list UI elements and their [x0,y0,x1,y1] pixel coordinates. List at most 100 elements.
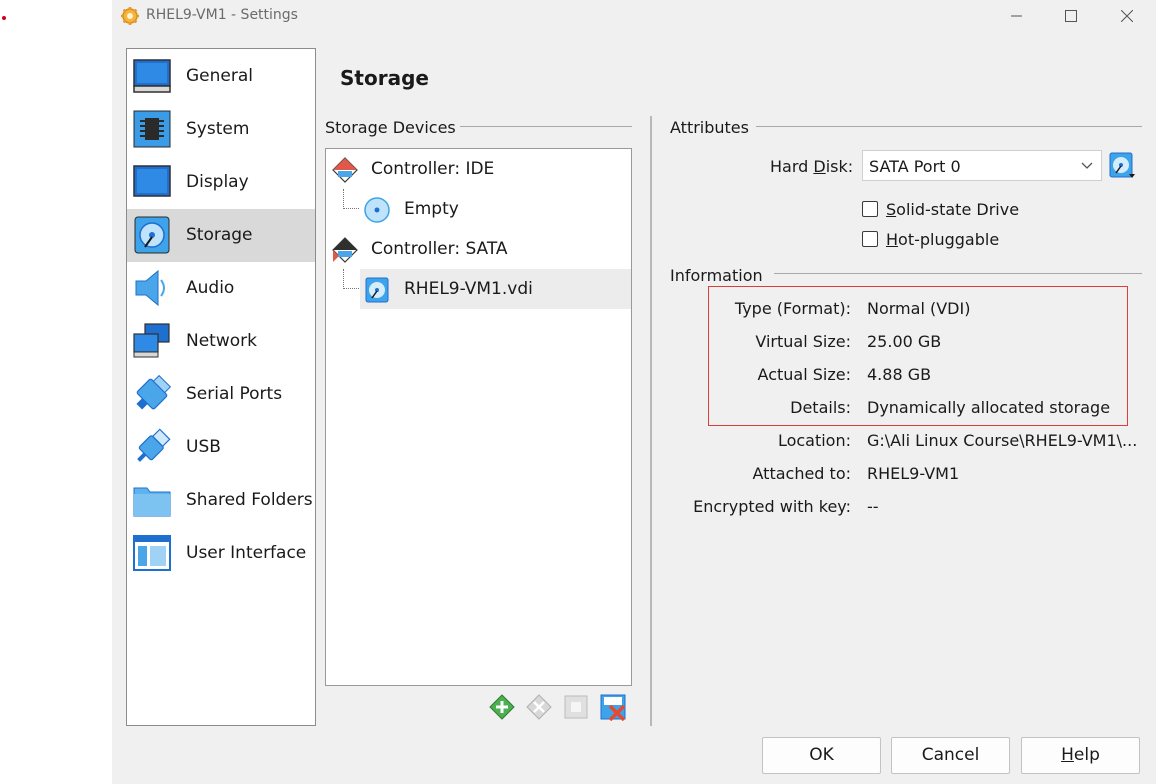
tree-item-label: Empty [404,199,459,219]
info-value-encrypted: -- [867,497,879,516]
speaker-icon [135,269,165,307]
hot-pluggable-mnemonic: H [886,230,899,249]
info-key-details: Details: [790,398,851,417]
info-value-attached-to: RHEL9-VM1 [867,464,960,483]
storage-devices-divider [460,126,632,127]
ok-button[interactable]: OK [762,737,881,774]
add-attachment-icon[interactable] [488,693,516,721]
solid-state-label-text: olid-state Drive [896,200,1020,219]
info-key-location: Location: [777,431,851,450]
page-title: Storage [340,66,429,90]
remove-attachment-icon[interactable] [525,693,553,721]
ide-controller-icon [332,157,358,183]
chip-icon [133,110,171,148]
sidebar-item-display[interactable]: Display [127,156,315,209]
close-button[interactable] [1104,4,1150,28]
serial-port-icon [136,374,172,410]
panel-separator [650,116,652,726]
tree-connector [343,189,359,209]
optical-disc-icon [364,197,390,223]
tree-item-label: Controller: SATA [371,239,508,259]
sidebar-item-audio[interactable]: Audio [127,262,315,315]
attributes-divider [756,126,1142,127]
info-value-details: Dynamically allocated storage [867,398,1111,417]
hot-pluggable-checkbox[interactable] [862,231,878,247]
sidebar-item-label: User Interface [186,543,307,563]
help-button[interactable]: Help [1021,737,1140,774]
settings-gear-icon [121,7,139,25]
info-key-virtual-size: Virtual Size: [755,332,851,351]
network-icon [133,323,170,358]
sidebar-item-label: Display [186,172,249,192]
hard-disk-icon [365,277,389,303]
information-divider [774,273,1142,274]
sidebar-item-label: Shared Folders [186,490,313,510]
hot-pluggable-label[interactable]: Hot-pluggable [886,230,999,249]
usb-icon [137,428,171,462]
remove-controller-icon[interactable] [599,693,627,721]
sidebar-item-system[interactable]: System [127,103,315,156]
sidebar-item-usb[interactable]: USB [127,421,315,474]
sidebar-item-storage[interactable]: Storage [127,209,315,262]
sidebar-item-general[interactable]: General [127,50,315,103]
sidebar-item-label: Serial Ports [186,384,283,404]
info-value-type: Normal (VDI) [867,299,971,318]
solid-state-mnemonic: S [886,200,897,219]
sata-controller-icon [332,237,358,263]
hard-disk-label-part: isk: [825,157,854,176]
title-bar: RHEL9-VM1 - Settings [112,0,1156,32]
user-interface-icon [133,535,171,571]
folder-icon [133,487,171,517]
solid-state-label[interactable]: Solid-state Drive [886,200,1019,219]
sidebar-item-label: System [186,119,250,139]
hot-pluggable-label-text: ot-pluggable [898,230,1000,249]
help-label-text: elp [1073,745,1100,765]
choose-disk-icon[interactable] [1108,152,1136,180]
maximize-button[interactable] [1048,4,1094,28]
hard-disk-mnemonic: D [813,157,826,176]
sidebar-item-label: USB [186,437,221,457]
tree-item-empty[interactable]: Empty [360,189,631,229]
hard-disk-label: Hard Disk: [770,157,853,176]
info-key-actual-size: Actual Size: [757,365,851,384]
hard-disk-label-part: Hard [770,157,814,176]
help-mnemonic: H [1061,745,1074,765]
minimize-icon [1011,15,1022,17]
info-value-virtual-size: 25.00 GB [867,332,942,351]
info-key-encrypted: Encrypted with key: [693,497,851,516]
sidebar-item-user-interface[interactable]: User Interface [127,527,315,580]
storage-devices-label: Storage Devices [325,118,456,137]
info-key-attached-to: Attached to: [752,464,852,483]
sidebar-item-label: Storage [186,225,253,245]
tree-item-label: Controller: IDE [371,159,495,179]
sidebar-item-serial-ports[interactable]: Serial Ports [127,368,315,421]
settings-window: RHEL9-VM1 - Settings General System Disp… [112,0,1156,784]
display-icon [133,165,171,197]
tree-item-controller-sata[interactable]: Controller: SATA [326,229,631,269]
minimize-button[interactable] [994,4,1040,28]
attributes-label: Attributes [670,118,749,137]
info-value-actual-size: 4.88 GB [867,365,932,384]
hard-disk-select-value: SATA Port 0 [869,157,961,176]
information-label: Information [670,266,763,285]
add-controller-icon[interactable] [562,693,590,721]
sidebar-item-label: General [186,66,253,86]
tree-item-label: RHEL9-VM1.vdi [404,279,533,299]
storage-tree[interactable]: Controller: IDE Empty Controller: SATA R… [325,148,632,686]
tree-connector [343,269,359,289]
sidebar-item-label: Network [186,331,257,351]
tree-item-controller-ide[interactable]: Controller: IDE [326,149,631,189]
cancel-button[interactable]: Cancel [891,737,1010,774]
sidebar-item-shared-folders[interactable]: Shared Folders [127,474,315,527]
storage-disk-icon [134,216,170,254]
info-key-type: Type (Format): [734,299,851,318]
close-icon [1121,10,1133,22]
settings-sidebar: General System Display Storage Audio Net… [126,48,316,726]
sidebar-item-network[interactable]: Network [127,315,315,368]
maximize-icon [1065,10,1077,22]
solid-state-checkbox[interactable] [862,201,878,217]
hard-disk-select[interactable]: SATA Port 0 [862,150,1102,181]
red-dot-marker [2,16,6,20]
sidebar-item-label: Audio [186,278,235,298]
tree-item-rhel9-vdi[interactable]: RHEL9-VM1.vdi [360,269,631,309]
